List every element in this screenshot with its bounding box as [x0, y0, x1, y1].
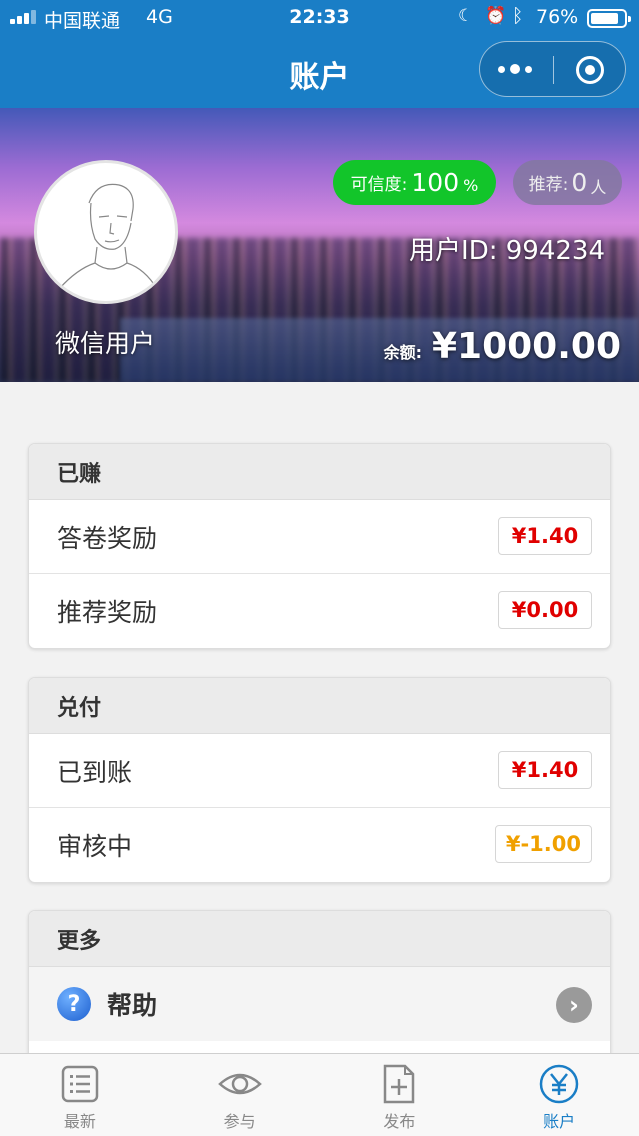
tab-account[interactable]: 账户: [479, 1054, 639, 1136]
more-card-title: 更多: [29, 911, 610, 967]
row-label: 答卷奖励: [57, 523, 158, 553]
more-icon[interactable]: [498, 60, 536, 78]
help-row[interactable]: ? 帮助 ›: [29, 967, 610, 1041]
more-card: 更多 ? 帮助 ›: [28, 910, 611, 1060]
referral-label: 推荐:: [528, 175, 569, 195]
close-icon[interactable]: [576, 56, 604, 84]
referral-badge: 推荐: 0 人: [513, 160, 622, 205]
credit-unit: %: [463, 176, 479, 195]
tab-label: 发布: [383, 1112, 416, 1131]
list-icon: [61, 1065, 99, 1103]
add-document-icon: [384, 1064, 415, 1104]
avatar[interactable]: [34, 160, 178, 304]
tab-latest[interactable]: 最新: [0, 1054, 160, 1136]
redeem-row-pending[interactable]: 审核中 ¥-1.00: [29, 808, 610, 882]
alarm-icon: ⏰: [485, 6, 507, 26]
row-label: 推荐奖励: [57, 598, 158, 627]
amount-badge: ¥-1.00: [494, 825, 592, 863]
redeem-card: 兑付 已到账 ¥1.40 审核中 ¥-1.00: [28, 677, 611, 883]
referral-unit: 人: [590, 177, 607, 197]
help-icon: ?: [57, 987, 91, 1021]
referral-value: 0: [571, 168, 588, 197]
earned-row-survey[interactable]: 答卷奖励 ¥1.40: [29, 500, 610, 574]
bluetooth-icon: ᛒ: [512, 5, 524, 27]
earned-card-title: 已赚: [29, 444, 610, 500]
chevron-right-icon: ›: [556, 987, 592, 1023]
tab-bar: 最新 参与 发布 账户: [0, 1053, 639, 1136]
battery-percent: 76%: [536, 6, 579, 28]
moon-icon: ☾: [458, 6, 474, 26]
redeem-row-received[interactable]: 已到账 ¥1.40: [29, 734, 610, 808]
nav-bar: 账户: [0, 36, 639, 108]
tab-publish[interactable]: 发布: [320, 1054, 480, 1136]
tab-label: 参与: [223, 1112, 256, 1131]
balance: 余额: ¥1000.00: [384, 326, 621, 367]
redeem-card-title: 兑付: [29, 678, 610, 734]
amount-badge: ¥1.40: [498, 751, 592, 789]
tab-label: 账户: [543, 1112, 576, 1131]
nickname: 微信用户: [54, 329, 155, 358]
help-label: 帮助: [107, 991, 158, 1020]
balance-value: ¥1000.00: [431, 326, 621, 367]
tab-participate[interactable]: 参与: [160, 1054, 320, 1136]
avatar-sketch-icon: [58, 183, 158, 290]
status-bar: 中国联通 4G 22:33 ☾ ⏰ ᛒ 76%: [0, 0, 639, 36]
tab-label: 最新: [63, 1112, 96, 1131]
credit-value: 100: [411, 168, 460, 197]
eye-icon: [217, 1073, 262, 1095]
yuan-icon: [539, 1064, 579, 1104]
credit-label: 可信度:: [350, 175, 408, 195]
amount-badge: ¥0.00: [498, 591, 592, 629]
row-label: 审核中: [57, 832, 133, 861]
mini-program-capsule: [479, 41, 626, 97]
credit-badge: 可信度: 100 %: [333, 160, 496, 205]
balance-label: 余额:: [383, 343, 422, 362]
battery-icon: [587, 9, 631, 28]
user-id: 用户ID: 994234: [409, 236, 605, 266]
earned-card: 已赚 答卷奖励 ¥1.40 推荐奖励 ¥0.00: [28, 443, 611, 649]
capsule-divider: [553, 56, 554, 84]
amount-badge: ¥1.40: [498, 517, 592, 555]
row-label: 已到账: [57, 757, 133, 787]
profile-banner: 微信用户 可信度: 100 % 推荐: 0 人 用户ID: 994234 余额:…: [0, 108, 639, 382]
earned-row-referral[interactable]: 推荐奖励 ¥0.00: [29, 574, 610, 648]
